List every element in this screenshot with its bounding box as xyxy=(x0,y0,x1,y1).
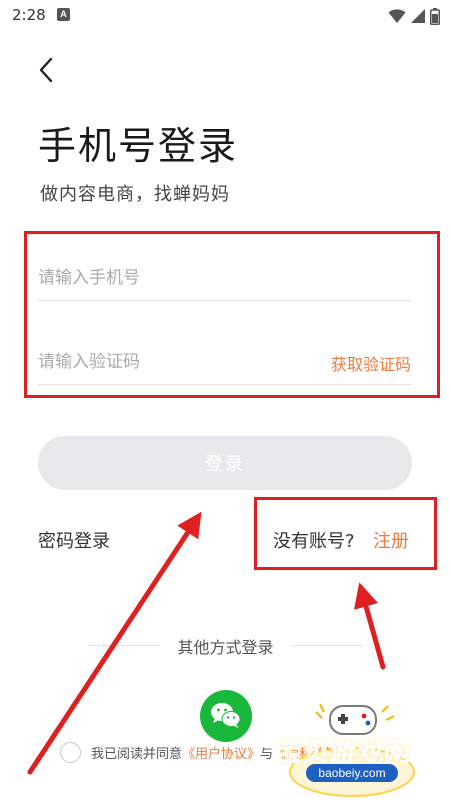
notification-icon: A xyxy=(57,8,70,21)
agreement-checkbox[interactable] xyxy=(60,742,81,763)
battery-icon xyxy=(430,7,440,25)
agreement-prefix: 我已阅读并同意 xyxy=(91,747,183,762)
wechat-login-button[interactable] xyxy=(200,690,252,742)
status-icons xyxy=(388,7,440,25)
page-subtitle: 做内容电商，找蝉妈妈 xyxy=(40,184,230,205)
arrow-to-register xyxy=(354,582,386,670)
chevron-left-icon xyxy=(39,57,53,83)
watermark-logo: 宝贝游戏网 baobeiy.com xyxy=(270,698,448,798)
status-bar: 2:28 A xyxy=(0,0,450,32)
status-time: 2:28 xyxy=(12,6,46,24)
signal-icon xyxy=(411,9,425,23)
other-login-divider: 其他方式登录 xyxy=(88,634,363,658)
form-highlight-box xyxy=(24,231,440,398)
user-agreement-link[interactable]: 《用户协议》 xyxy=(182,747,260,762)
password-login-link[interactable]: 密码登录 xyxy=(38,527,110,553)
wechat-icon xyxy=(211,703,241,728)
back-button[interactable] xyxy=(28,52,64,88)
register-highlight-box xyxy=(254,497,437,570)
other-login-label: 其他方式登录 xyxy=(177,638,274,657)
wifi-icon xyxy=(388,9,406,23)
watermark-url: baobeiy.com xyxy=(306,764,398,782)
divider-line-right xyxy=(291,645,363,646)
login-button[interactable]: 登录 xyxy=(38,436,412,490)
page-title: 手机号登录 xyxy=(38,124,239,168)
